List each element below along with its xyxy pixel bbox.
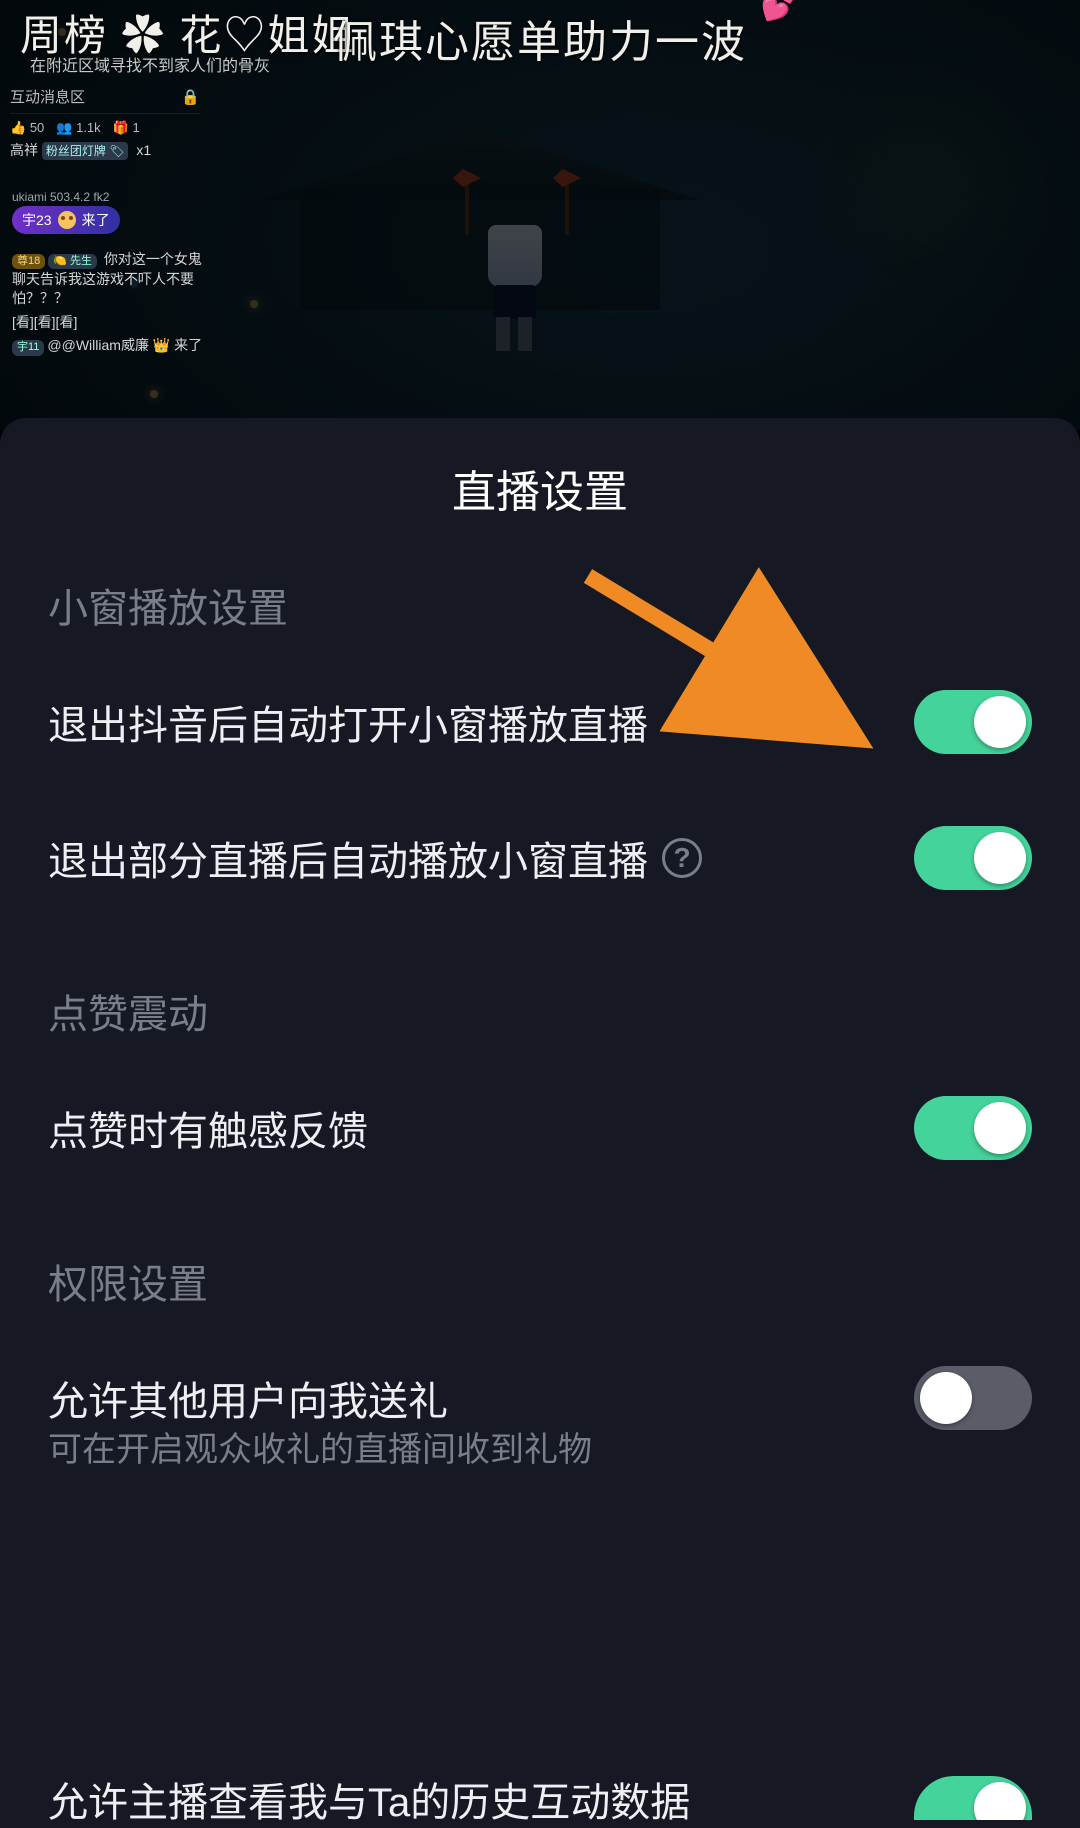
row-pip-exit-app-label: 退出抖音后自动打开小窗播放直播 — [48, 693, 914, 751]
settings-sheet: 直播设置 小窗播放设置 退出抖音后自动打开小窗播放直播 退出部分直播后自动播放小… — [0, 418, 1080, 1828]
lock-icon: 🔒 — [181, 88, 200, 106]
row-allow-gift-sub: 可在开启观众收礼的直播间收到礼物 — [0, 1422, 1080, 1481]
help-icon[interactable]: ? — [662, 838, 702, 878]
chat-messages: 尊18🍋 先生 你对这一个女鬼聊天告诉我这游戏不吓人不要怕？？？ [看][看][… — [12, 250, 210, 360]
section-pip-label: 小窗播放设置 — [0, 520, 1080, 654]
chat-line: 宇11@@William威廉 👑 来了 — [12, 336, 210, 356]
toggle-allow-gift[interactable] — [914, 1366, 1032, 1430]
row-pip-exit-room-label: 退出部分直播后自动播放小窗直播 ? — [48, 829, 914, 887]
row-like-haptic: 点赞时有触感反馈 — [0, 1060, 1080, 1196]
section-perm-label: 权限设置 — [0, 1196, 1080, 1330]
toggle-pip-exit-room[interactable] — [914, 826, 1032, 890]
rank-tag: ukiami 503.4.2 fk2 — [12, 190, 109, 204]
row-allow-history: 允许主播查看我与Ta的历史互动数据 — [0, 1734, 1080, 1828]
viewers-stat: 👥 1.1k — [56, 120, 100, 136]
chat-line: [看][看][看] — [12, 313, 210, 333]
interaction-panel-title: 互动消息区 — [10, 86, 85, 107]
likes-stat: 👍 50 — [10, 120, 44, 136]
toggle-pip-exit-app[interactable] — [914, 690, 1032, 754]
section-like-label: 点赞震动 — [0, 926, 1080, 1060]
arrival-pill: 宇23 来了 — [12, 206, 120, 234]
sheet-title: 直播设置 — [0, 456, 1080, 520]
row-like-haptic-label: 点赞时有触感反馈 — [48, 1099, 914, 1157]
row-pip-exit-app: 退出抖音后自动打开小窗播放直播 — [0, 654, 1080, 790]
row-allow-gift-label: 允许其他用户向我送礼 — [48, 1369, 914, 1427]
row-allow-history-label: 允许主播查看我与Ta的历史互动数据 — [48, 1734, 914, 1828]
wishlist-banner: 佩琪心愿单助力一波 💕 — [0, 6, 1080, 70]
chat-line: 尊18🍋 先生 你对这一个女鬼聊天告诉我这游戏不吓人不要怕？？？ — [12, 250, 210, 309]
gifts-stat: 🎁 1 — [113, 120, 140, 136]
fan-badge-line: 高祥 粉丝团灯牌 🏷 x1 — [10, 140, 200, 161]
toggle-allow-history[interactable] — [914, 1776, 1032, 1820]
toggle-like-haptic[interactable] — [914, 1096, 1032, 1160]
face-icon — [58, 211, 76, 229]
hearts-icon: 💕 — [761, 0, 800, 23]
row-pip-exit-room: 退出部分直播后自动播放小窗直播 ? — [0, 790, 1080, 926]
